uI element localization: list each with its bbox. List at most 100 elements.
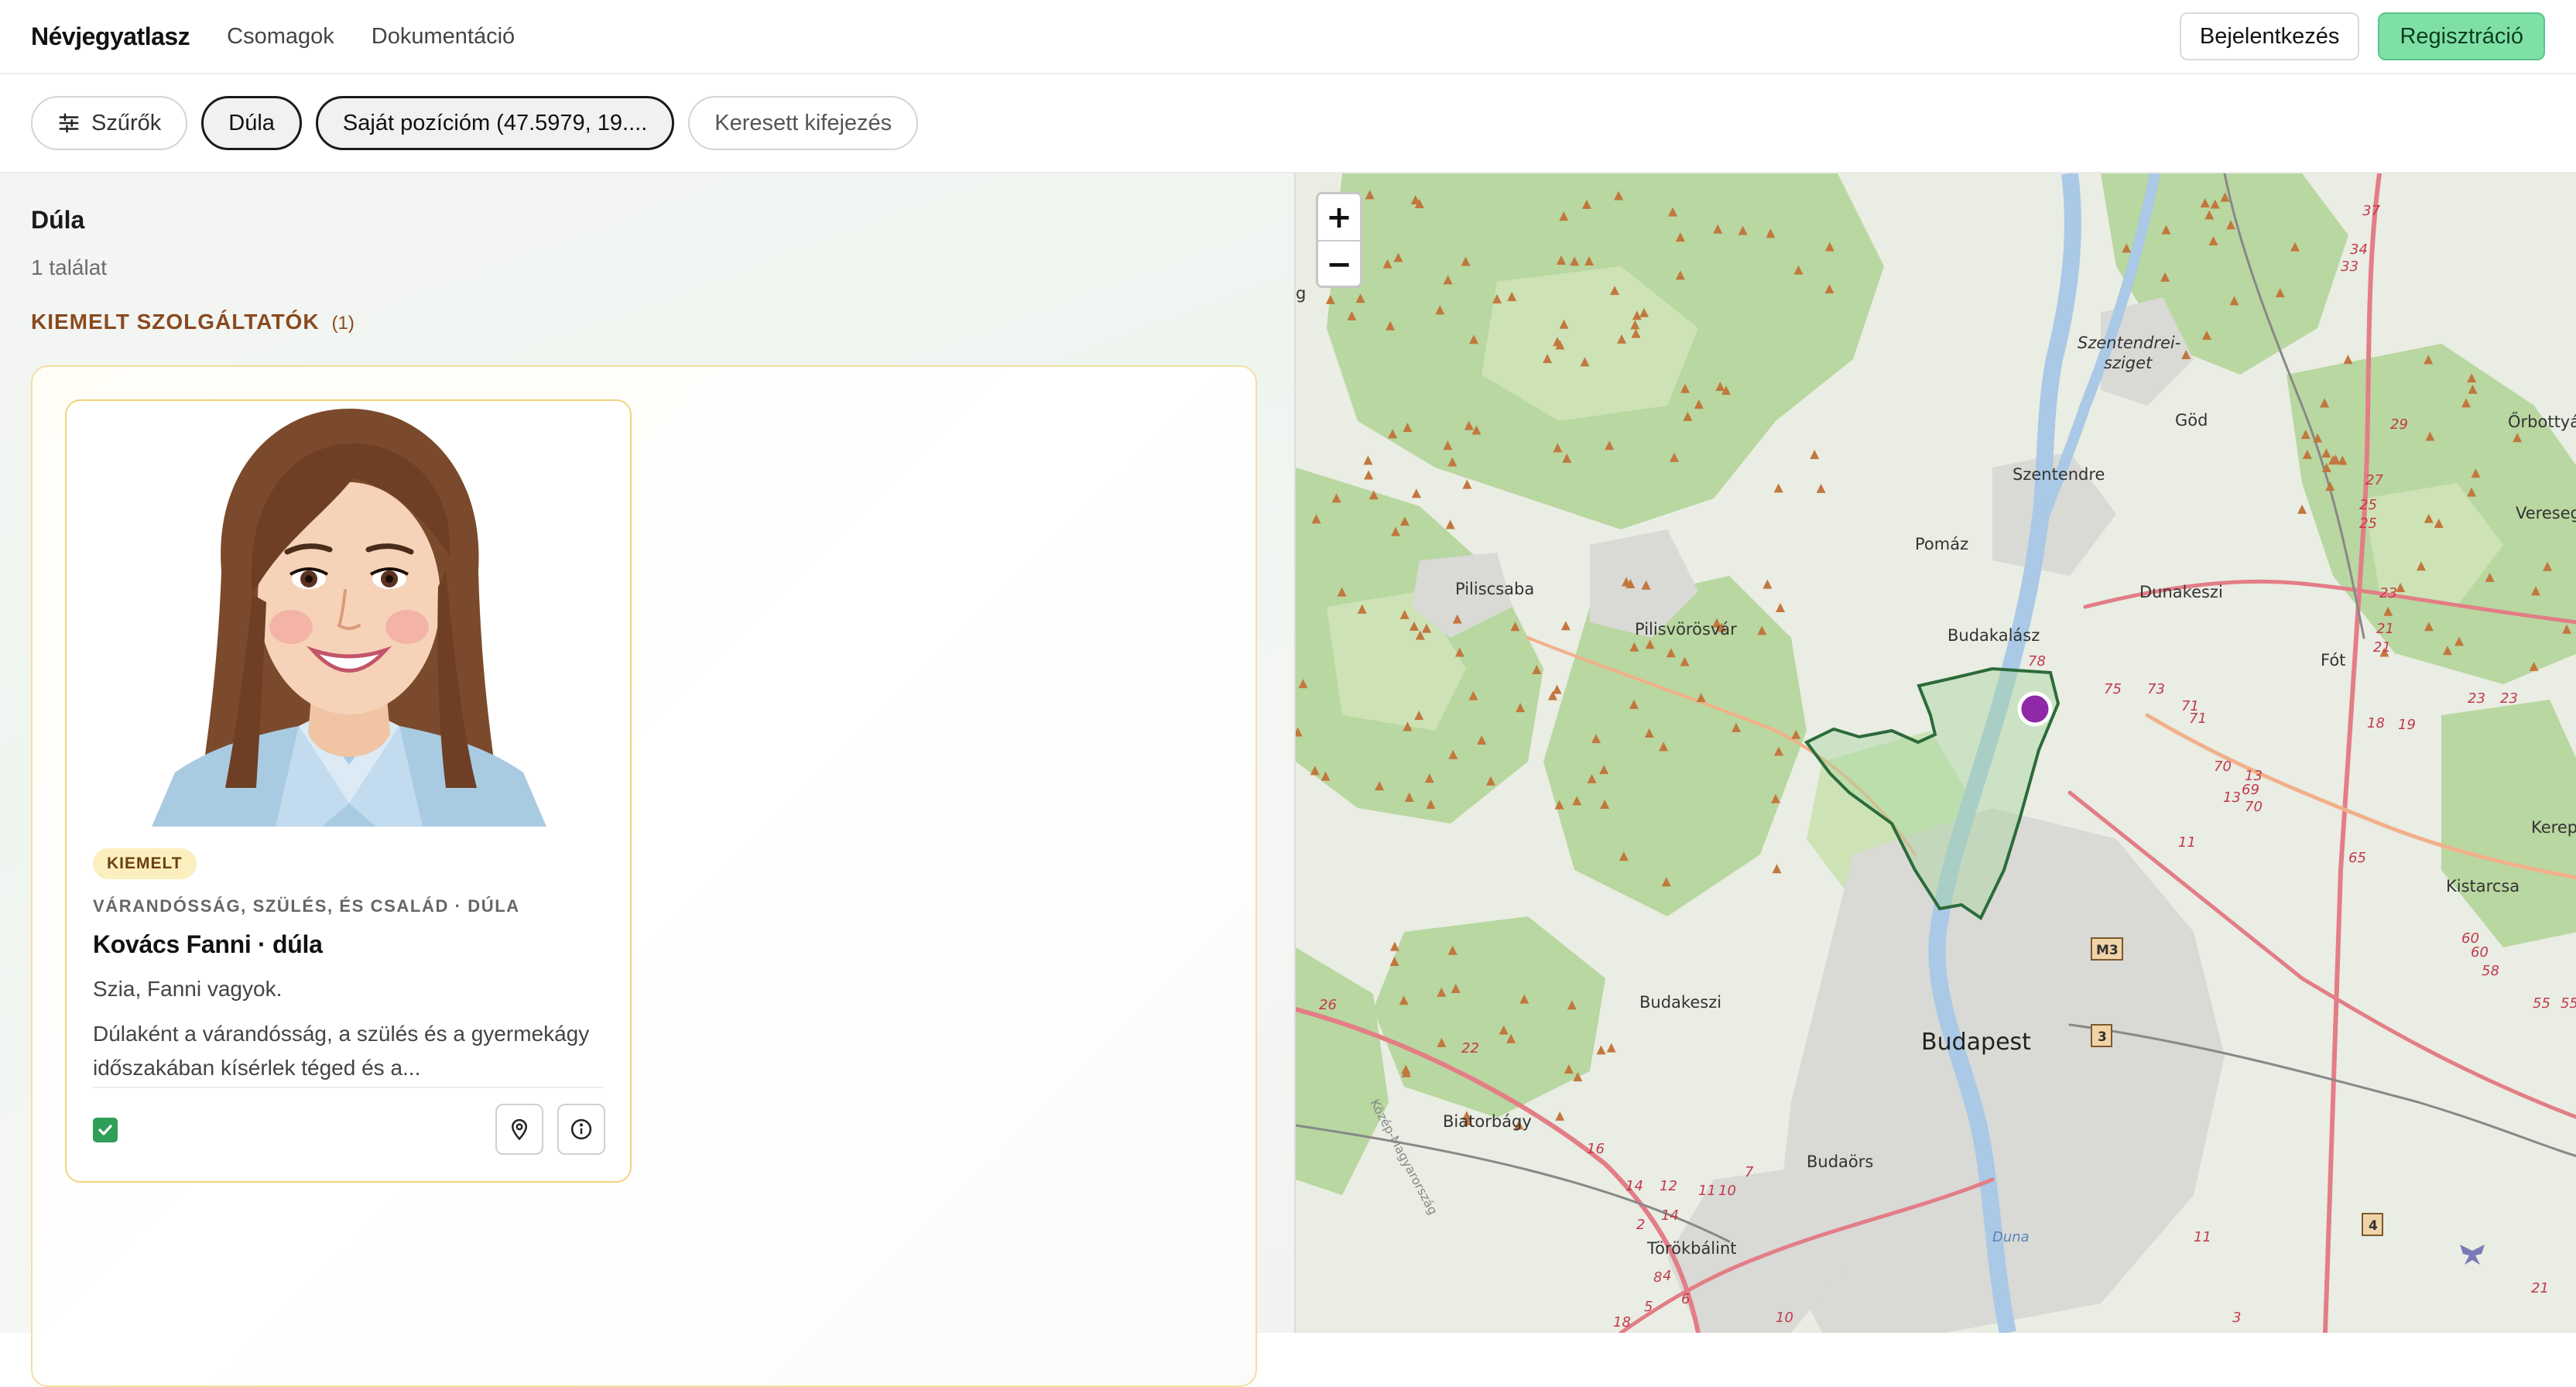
svg-text:11: 11 [2194, 1229, 2211, 1245]
select-checkbox[interactable] [93, 1118, 118, 1142]
map-canvas[interactable]: Szentendrei- sziget Göd Őrbottyán Szente… [1296, 173, 2576, 1333]
svg-text:19: 19 [2398, 717, 2416, 733]
svg-text:25: 25 [2359, 497, 2377, 513]
zoom-control: + − [1316, 192, 1362, 288]
label-biatorbagy: Biatorbágy [1443, 1112, 1532, 1131]
search-term-chip[interactable]: Keresett kifejezés [688, 96, 919, 150]
svg-text:60: 60 [2471, 944, 2489, 961]
zoom-in-button[interactable]: + [1318, 194, 1360, 240]
featured-section-count: (1) [331, 313, 355, 334]
top-navbar: Névjegyatlasz Csomagok Dokumentáció Beje… [0, 0, 2576, 74]
svg-text:55: 55 [2533, 995, 2550, 1012]
featured-badge: KIEMELT [93, 848, 197, 879]
card-divider [93, 1087, 604, 1088]
nav-link-docs[interactable]: Dokumentáció [372, 24, 515, 50]
svg-text:70: 70 [2214, 759, 2232, 775]
results-pane: Dúla 1 találat KIEMELT SZOLGÁLTATÓK (1) [0, 173, 1294, 1387]
svg-text:23: 23 [2379, 585, 2397, 601]
svg-text:7: 7 [1745, 1164, 1754, 1180]
svg-text:78: 78 [2028, 653, 2046, 670]
svg-text:69: 69 [2242, 782, 2259, 798]
provider-category: VÁRANDÓSSÁG, SZÜLÉS, ÉS CSALÁD · DÚLA [93, 896, 520, 916]
map-pin-icon [511, 1118, 528, 1141]
show-on-map-button[interactable] [495, 1104, 543, 1155]
svg-text:34: 34 [2350, 241, 2368, 258]
label-dunakeszi: Dunakeszi [2139, 583, 2223, 601]
svg-text:16: 16 [1587, 1141, 1605, 1157]
label-kerepes: Kerepes [2531, 818, 2576, 837]
register-button[interactable]: Regisztráció [2378, 12, 2545, 60]
svg-text:73: 73 [2147, 681, 2165, 697]
svg-text:11: 11 [1698, 1183, 1716, 1199]
featured-section-header: KIEMELT SZOLGÁLTATÓK (1) [31, 310, 355, 334]
label-szentendrei-sziget: Szentendrei- [2078, 334, 2180, 352]
svg-text:23: 23 [2500, 690, 2518, 707]
svg-text:3: 3 [2098, 1029, 2107, 1045]
results-title: Dúla [31, 206, 85, 234]
results-count: 1 találat [31, 255, 108, 279]
svg-text:10: 10 [1718, 1183, 1736, 1199]
label-pomaz: Pomáz [1915, 535, 1968, 553]
login-button[interactable]: Bejelentkezés [2179, 12, 2360, 60]
svg-text:55: 55 [2561, 995, 2576, 1012]
svg-text:M3: M3 [2096, 943, 2119, 958]
info-button[interactable] [557, 1104, 605, 1155]
svg-text:14: 14 [1625, 1178, 1643, 1194]
sliders-icon [59, 113, 79, 133]
brand-logo[interactable]: Névjegyatlasz [31, 22, 190, 51]
svg-text:21: 21 [2376, 621, 2394, 637]
svg-text:21: 21 [2373, 639, 2391, 656]
provider-name[interactable]: Kovács Fanni · dúla [93, 930, 323, 959]
svg-text:5: 5 [1644, 1299, 1653, 1315]
svg-text:18: 18 [1613, 1314, 1631, 1330]
label-duna: Duna [1992, 1229, 2030, 1245]
label-budaors: Budaörs [1807, 1152, 1873, 1171]
svg-text:58: 58 [2482, 963, 2499, 979]
zoom-out-button[interactable]: − [1318, 241, 1360, 286]
provider-avatar [67, 401, 630, 827]
featured-providers-box: KIEMELT VÁRANDÓSSÁG, SZÜLÉS, ÉS CSALÁD ·… [31, 365, 1257, 1387]
provider-description: Dúlaként a várandósság, a szülés és a gy… [93, 1022, 590, 1080]
label-god: Göd [2175, 411, 2208, 430]
svg-text:14: 14 [1661, 1207, 1679, 1224]
svg-text:10: 10 [1776, 1310, 1793, 1326]
label-budakalasz: Budakalász [1947, 626, 2040, 645]
label-szentendrei-sziget-2: sziget [2104, 354, 2153, 372]
svg-text:4: 4 [1663, 1268, 1671, 1284]
svg-text:6: 6 [1681, 1291, 1690, 1307]
filter-bar: Szűrők Dúla Saját pozícióm (47.5979, 19.… [0, 74, 2576, 173]
info-icon [570, 1118, 592, 1140]
label-torokbalint: Törökbálint [1646, 1239, 1737, 1258]
provider-card[interactable]: KIEMELT VÁRANDÓSSÁG, SZÜLÉS, ÉS CSALÁD ·… [65, 399, 632, 1183]
svg-text:71: 71 [2189, 711, 2207, 727]
label-piliscsaba: Piliscsaba [1455, 580, 1534, 598]
label-pilisvorosvar: Pilisvörösvár [1635, 620, 1737, 639]
svg-text:4: 4 [2369, 1218, 2378, 1234]
label-orbottyan: Őrbottyán [2508, 412, 2576, 431]
svg-text:29: 29 [2390, 416, 2408, 433]
svg-text:65: 65 [2348, 850, 2366, 866]
svg-text:18: 18 [2367, 715, 2385, 731]
category-chip[interactable]: Dúla [201, 96, 302, 150]
nav-link-packages[interactable]: Csomagok [227, 24, 334, 50]
svg-text:2: 2 [1636, 1217, 1645, 1233]
svg-text:26: 26 [1319, 997, 1337, 1013]
provider-greeting: Szia, Fanni vagyok. [93, 977, 283, 1001]
svg-text:27: 27 [2365, 472, 2383, 488]
featured-section-label: KIEMELT SZOLGÁLTATÓK [31, 310, 320, 334]
checkmark-icon [98, 1125, 112, 1135]
svg-text:12: 12 [1660, 1178, 1677, 1194]
svg-text:22: 22 [1461, 1040, 1479, 1057]
svg-text:11: 11 [2178, 834, 2196, 851]
svg-text:25: 25 [2359, 515, 2377, 532]
map-view[interactable]: Szentendrei- sziget Göd Őrbottyán Szente… [1294, 173, 2576, 1333]
filters-button[interactable]: Szűrők [31, 96, 188, 150]
svg-text:23: 23 [2468, 690, 2485, 707]
location-chip[interactable]: Saját pozícióm (47.5979, 19.... [315, 96, 675, 150]
svg-text:37: 37 [2362, 203, 2380, 219]
label-budapest: Budapest [1921, 1029, 2031, 1056]
filters-label: Szűrők [91, 110, 162, 135]
label-kistarcsa: Kistarcsa [2446, 877, 2519, 896]
location-marker[interactable] [2017, 691, 2053, 727]
svg-text:33: 33 [2341, 259, 2358, 275]
